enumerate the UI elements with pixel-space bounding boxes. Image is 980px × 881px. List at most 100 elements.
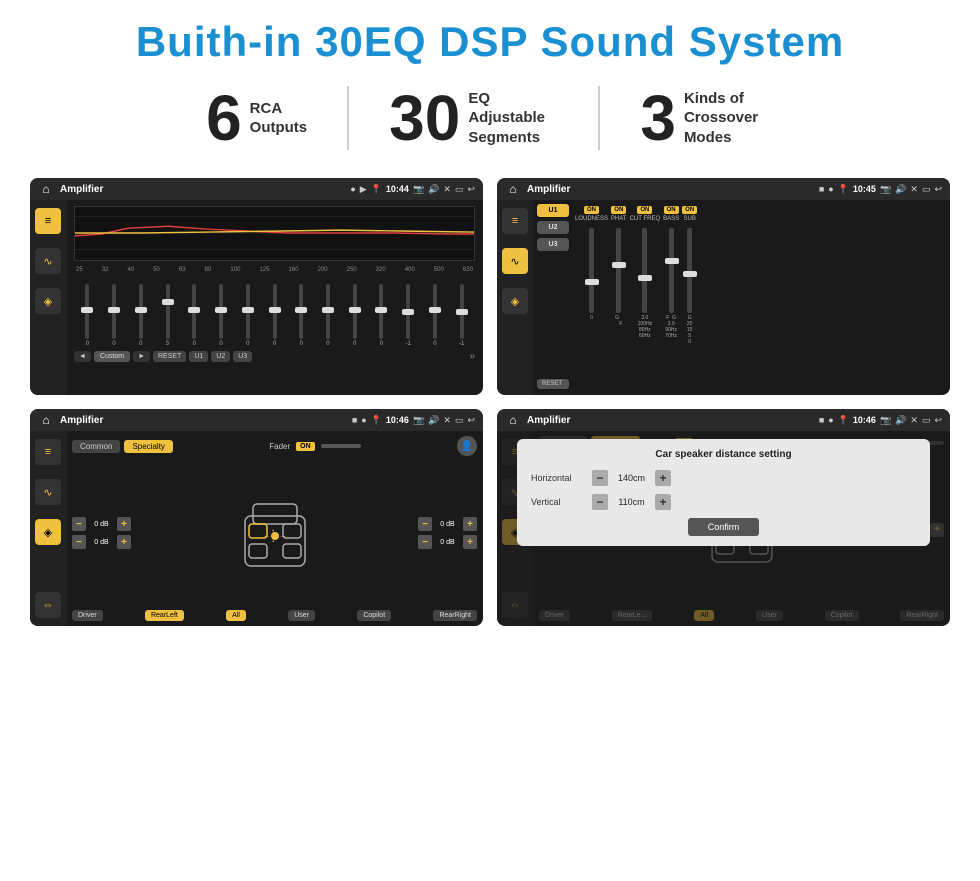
slider-track-12[interactable] bbox=[406, 284, 410, 339]
eq-slider-7[interactable]: 0 bbox=[261, 284, 288, 347]
eq-slider-6[interactable]: 0 bbox=[234, 284, 261, 347]
slider-track-2[interactable] bbox=[139, 284, 143, 339]
slider-handle-6[interactable] bbox=[242, 307, 254, 313]
slider-handle-13[interactable] bbox=[429, 307, 441, 313]
minus-btn-tl[interactable]: − bbox=[72, 517, 86, 531]
eq-slider-8[interactable]: 0 bbox=[288, 284, 315, 347]
home-icon-3[interactable]: ⌂ bbox=[38, 412, 54, 428]
slider-track-0[interactable] bbox=[85, 284, 89, 339]
confirm-button[interactable]: Confirm bbox=[688, 518, 760, 536]
eq-icon[interactable]: ≡ bbox=[35, 208, 61, 234]
slider-handle-3[interactable] bbox=[162, 299, 174, 305]
sub-handle[interactable] bbox=[683, 271, 697, 277]
eq-icon-2[interactable]: ≡ bbox=[502, 208, 528, 234]
slider-handle-11[interactable] bbox=[375, 307, 387, 313]
plus-btn-bl[interactable]: + bbox=[117, 535, 131, 549]
eq-u1-button[interactable]: U1 bbox=[189, 351, 208, 362]
preset-u3[interactable]: U3 bbox=[537, 238, 569, 251]
speaker-icon-s3[interactable]: ◈ bbox=[35, 519, 61, 545]
speaker-setup-icon[interactable]: ◈ bbox=[35, 288, 61, 314]
slider-track-8[interactable] bbox=[299, 284, 303, 339]
plus-btn-tl[interactable]: + bbox=[117, 517, 131, 531]
eq-u3-button[interactable]: U3 bbox=[233, 351, 252, 362]
slider-handle-8[interactable] bbox=[295, 307, 307, 313]
slider-track-7[interactable] bbox=[273, 284, 277, 339]
slider-track-9[interactable] bbox=[326, 284, 330, 339]
slider-track-3[interactable] bbox=[166, 284, 170, 339]
horizontal-minus-btn[interactable]: − bbox=[592, 470, 608, 486]
all-btn[interactable]: All bbox=[226, 610, 246, 621]
slider-handle-4[interactable] bbox=[188, 307, 200, 313]
eq-slider-2[interactable]: 0 bbox=[127, 284, 154, 347]
eq-reset-button[interactable]: RESET bbox=[153, 351, 186, 362]
eq-slider-1[interactable]: 0 bbox=[101, 284, 128, 347]
eq-slider-12[interactable]: -1 bbox=[395, 284, 422, 347]
copilot-btn[interactable]: Copilot bbox=[357, 610, 391, 621]
sub-toggle[interactable]: ON bbox=[682, 206, 697, 214]
slider-track-11[interactable] bbox=[379, 284, 383, 339]
speaker-icon-s2[interactable]: ◈ bbox=[502, 288, 528, 314]
slider-handle-2[interactable] bbox=[135, 307, 147, 313]
tab-common[interactable]: Common bbox=[72, 440, 120, 453]
minus-btn-tr[interactable]: − bbox=[418, 517, 432, 531]
fader-slider[interactable] bbox=[321, 444, 361, 448]
plus-btn-br[interactable]: + bbox=[463, 535, 477, 549]
preset-u1[interactable]: U1 bbox=[537, 204, 569, 217]
cutfreq-toggle[interactable]: ON bbox=[637, 206, 652, 214]
eq-u2-button[interactable]: U2 bbox=[211, 351, 230, 362]
user-btn[interactable]: User bbox=[288, 610, 315, 621]
loudness-toggle[interactable]: ON bbox=[584, 206, 599, 214]
slider-track-10[interactable] bbox=[353, 284, 357, 339]
wave-icon-2[interactable]: ∿ bbox=[502, 248, 528, 274]
slider-track-6[interactable] bbox=[246, 284, 250, 339]
horizontal-plus-btn[interactable]: + bbox=[655, 470, 671, 486]
home-icon[interactable]: ⌂ bbox=[38, 181, 54, 197]
rearright-btn[interactable]: RearRight bbox=[433, 610, 477, 621]
wave-icon[interactable]: ∿ bbox=[35, 248, 61, 274]
eq-icon-3[interactable]: ≡ bbox=[35, 439, 61, 465]
eq-sliders[interactable]: 0 0 0 bbox=[74, 277, 475, 347]
crossover-reset-btn[interactable]: RESET bbox=[537, 379, 569, 389]
eq-slider-3[interactable]: 5 bbox=[154, 284, 181, 347]
cutfreq-handle[interactable] bbox=[638, 275, 652, 281]
arrows-icon[interactable]: ⇔ bbox=[35, 592, 61, 618]
home-icon-2[interactable]: ⌂ bbox=[505, 181, 521, 197]
bass-handle[interactable] bbox=[665, 258, 679, 264]
eq-slider-13[interactable]: 0 bbox=[422, 284, 449, 347]
eq-prev-button[interactable]: ◄ bbox=[74, 351, 91, 362]
eq-slider-4[interactable]: 0 bbox=[181, 284, 208, 347]
plus-btn-tr[interactable]: + bbox=[463, 517, 477, 531]
slider-handle-10[interactable] bbox=[349, 307, 361, 313]
tab-specialty[interactable]: Specialty bbox=[124, 440, 172, 453]
slider-handle-5[interactable] bbox=[215, 307, 227, 313]
eq-slider-9[interactable]: 0 bbox=[315, 284, 342, 347]
driver-btn[interactable]: Driver bbox=[72, 610, 103, 621]
vertical-plus-btn[interactable]: + bbox=[655, 494, 671, 510]
slider-handle-12[interactable] bbox=[402, 309, 414, 315]
eq-slider-0[interactable]: 0 bbox=[74, 284, 101, 347]
slider-handle-0[interactable] bbox=[81, 307, 93, 313]
slider-track-4[interactable] bbox=[192, 284, 196, 339]
vertical-minus-btn[interactable]: − bbox=[592, 494, 608, 510]
slider-handle-9[interactable] bbox=[322, 307, 334, 313]
eq-slider-14[interactable]: -1 bbox=[448, 284, 475, 347]
person-icon[interactable]: 👤 bbox=[457, 436, 477, 456]
slider-handle-7[interactable] bbox=[269, 307, 281, 313]
wave-icon-3[interactable]: ∿ bbox=[35, 479, 61, 505]
slider-track-5[interactable] bbox=[219, 284, 223, 339]
bass-toggle[interactable]: ON bbox=[664, 206, 679, 214]
slider-track-14[interactable] bbox=[460, 284, 464, 339]
eq-slider-5[interactable]: 0 bbox=[208, 284, 235, 347]
slider-handle-14[interactable] bbox=[456, 309, 468, 315]
slider-track-13[interactable] bbox=[433, 284, 437, 339]
eq-slider-10[interactable]: 0 bbox=[341, 284, 368, 347]
fader-toggle[interactable]: ON bbox=[296, 442, 315, 451]
rearleft-btn[interactable]: RearLeft bbox=[145, 610, 184, 621]
eq-next-button[interactable]: ► bbox=[133, 351, 150, 362]
home-icon-4[interactable]: ⌂ bbox=[505, 412, 521, 428]
phat-handle[interactable] bbox=[612, 262, 626, 268]
preset-u2[interactable]: U2 bbox=[537, 221, 569, 234]
minus-btn-bl[interactable]: − bbox=[72, 535, 86, 549]
minus-btn-br[interactable]: − bbox=[418, 535, 432, 549]
more-icon[interactable]: » bbox=[469, 351, 475, 362]
